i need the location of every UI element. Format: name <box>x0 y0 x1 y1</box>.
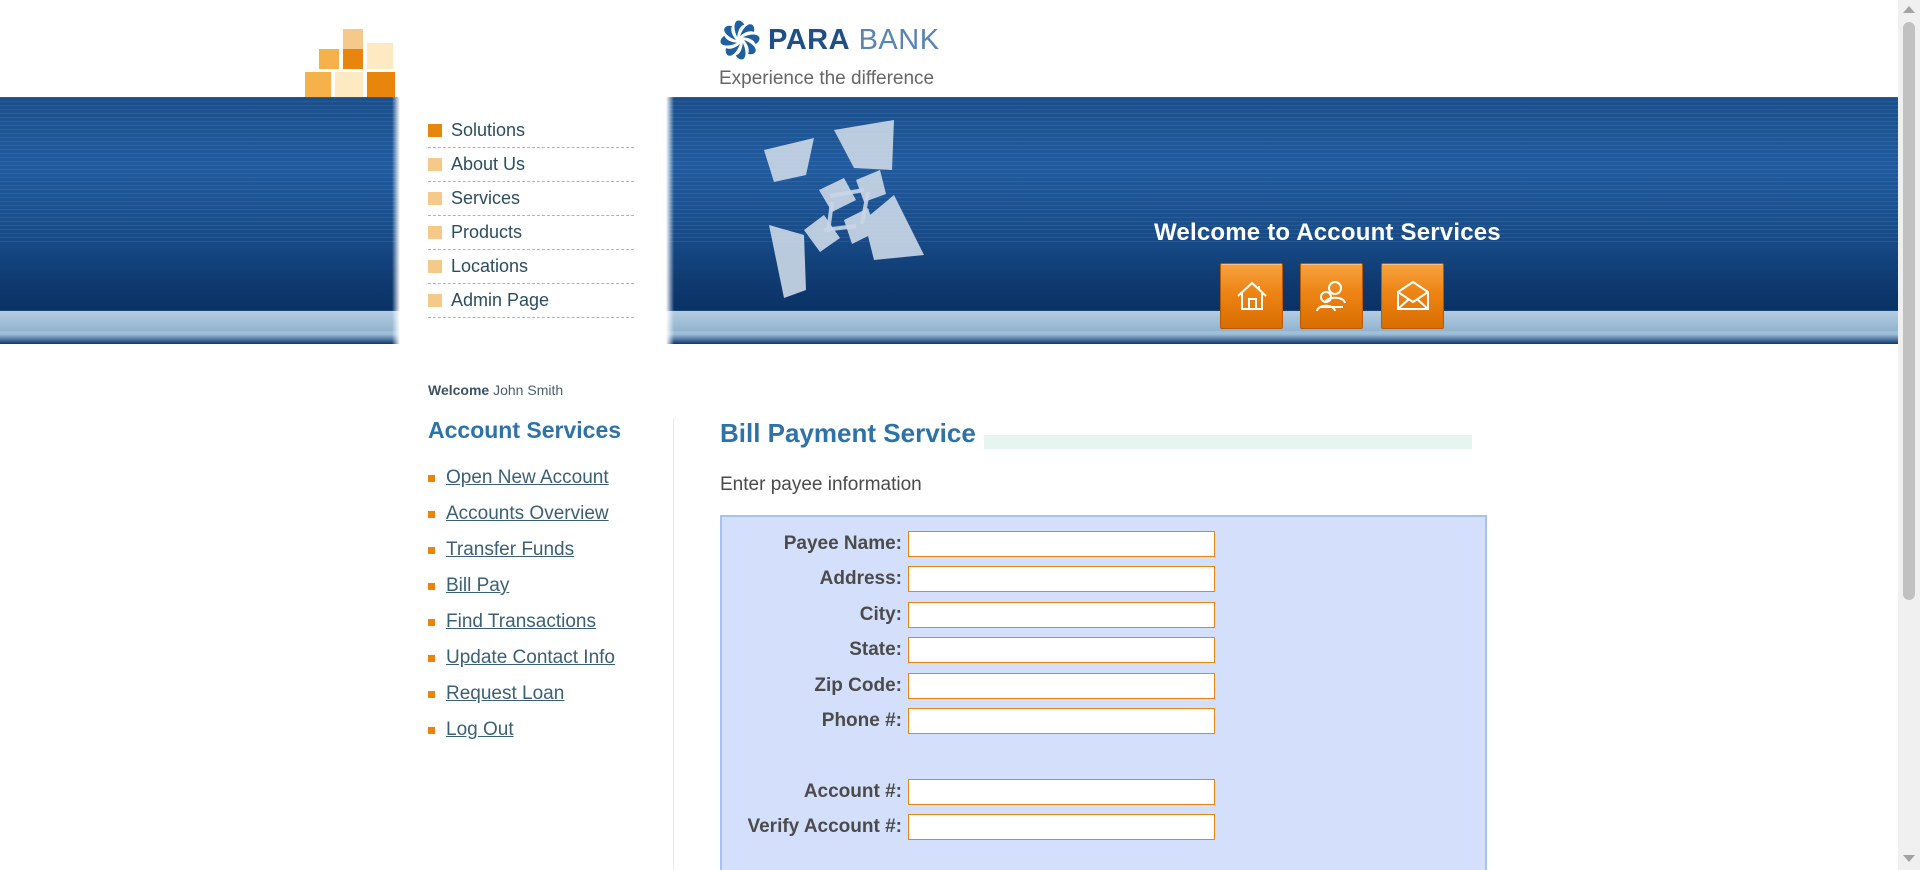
page-title: Bill Payment Service <box>720 418 984 449</box>
account-label: Account #: <box>803 781 902 802</box>
payee-name-label: Payee Name: <box>783 533 902 554</box>
account-menu-item: Accounts Overview <box>428 496 615 532</box>
header-band <box>0 97 1898 344</box>
menu-bullet-icon <box>428 226 442 239</box>
zip-code-label: Zip Code: <box>814 675 902 696</box>
open-new-account-link[interactable]: Open New Account <box>446 467 609 489</box>
account-menu-item: Request Loan <box>428 676 615 712</box>
menu-bullet-icon <box>428 294 442 307</box>
bullet-icon <box>428 618 435 626</box>
account-row: Account #: <box>722 777 1485 807</box>
main-menu-item-products[interactable]: Products <box>428 216 634 250</box>
verify-account-label: Verify Account #: <box>747 816 902 837</box>
state-label: State: <box>849 639 902 660</box>
vertical-scrollbar[interactable] <box>1898 0 1920 870</box>
contact-button[interactable] <box>1381 263 1444 329</box>
state-input[interactable] <box>908 637 1215 663</box>
brand-tagline: Experience the difference <box>719 68 935 89</box>
payee-name-row: Payee Name: <box>722 529 1485 559</box>
account-services-menu: Open New Account Accounts Overview Trans… <box>428 460 615 748</box>
main-menu-item-services[interactable]: Services <box>428 182 634 216</box>
main-menu-item-about-us[interactable]: About Us <box>428 148 634 182</box>
main-menu: Solutions About Us Services Products Loc… <box>428 114 634 318</box>
menu-bullet-icon <box>428 260 442 273</box>
address-label: Address: <box>819 568 902 589</box>
phone-label: Phone #: <box>821 710 902 731</box>
bullet-icon <box>428 546 435 554</box>
menu-bullet-icon <box>428 192 442 205</box>
menu-bullet-icon <box>428 124 442 137</box>
zip-code-input[interactable] <box>908 673 1215 699</box>
bullet-icon <box>428 690 435 698</box>
header-welcome-title: Welcome to Account Services <box>1154 219 1501 246</box>
home-icon <box>1236 281 1267 310</box>
address-row: Address: <box>722 564 1485 594</box>
welcome-user: Welcome John Smith <box>428 382 564 398</box>
account-menu-item: Bill Pay <box>428 568 615 604</box>
header-band-stripe <box>0 311 1898 331</box>
verify-account-input[interactable] <box>908 814 1215 840</box>
bill-pay-form: Payee Name: Address: City: State: Zip Co… <box>720 515 1487 870</box>
account-services-title: Account Services <box>428 417 622 443</box>
bullet-icon <box>428 582 435 590</box>
account-menu-item: Open New Account <box>428 460 615 496</box>
column-divider <box>673 418 674 870</box>
state-row: State: <box>722 635 1485 665</box>
scroll-up-arrow-icon[interactable] <box>1903 6 1915 13</box>
account-menu-item: Log Out <box>428 712 615 748</box>
bullet-icon <box>428 510 435 518</box>
envelope-icon <box>1396 280 1429 310</box>
main-menu-item-admin-page[interactable]: Admin Page <box>428 284 634 318</box>
bullet-icon <box>428 726 435 734</box>
city-input[interactable] <box>908 602 1215 628</box>
bullet-icon <box>428 654 435 662</box>
parabank-flower-icon <box>720 20 760 60</box>
log-out-link[interactable]: Log Out <box>446 719 514 741</box>
form-subtitle: Enter payee information <box>720 474 922 495</box>
verify-account-row: Verify Account #: <box>722 812 1485 842</box>
about-button[interactable] <box>1300 263 1363 329</box>
phone-row: Phone #: <box>722 706 1485 736</box>
account-input[interactable] <box>908 779 1215 805</box>
zip-code-row: Zip Code: <box>722 671 1485 701</box>
people-icon <box>1315 281 1346 312</box>
update-contact-info-link[interactable]: Update Contact Info <box>446 647 615 669</box>
page: PARA BANK Experience the difference Solu… <box>0 0 1898 870</box>
address-input[interactable] <box>908 566 1215 592</box>
main-menu-item-solutions[interactable]: Solutions <box>428 114 634 148</box>
bullet-icon <box>428 474 435 482</box>
city-row: City: <box>722 600 1485 630</box>
account-menu-item: Transfer Funds <box>428 532 615 568</box>
user-full-name: John Smith <box>493 382 564 398</box>
scroll-down-arrow-icon[interactable] <box>1903 855 1915 862</box>
scrollbar-thumb[interactable] <box>1903 22 1915 600</box>
brand-name: PARA BANK <box>768 23 940 56</box>
city-label: City: <box>859 604 902 625</box>
transfer-funds-link[interactable]: Transfer Funds <box>446 539 574 561</box>
main-menu-item-locations[interactable]: Locations <box>428 250 634 284</box>
account-menu-item: Find Transactions <box>428 604 615 640</box>
request-loan-link[interactable]: Request Loan <box>446 683 564 705</box>
accounts-overview-link[interactable]: Accounts Overview <box>446 503 609 525</box>
payee-name-input[interactable] <box>908 531 1215 557</box>
menu-bullet-icon <box>428 158 442 171</box>
brand-logo[interactable]: PARA BANK <box>718 18 940 62</box>
phone-input[interactable] <box>908 708 1215 734</box>
home-button[interactable] <box>1220 263 1283 329</box>
find-transactions-link[interactable]: Find Transactions <box>446 611 596 633</box>
bill-pay-link[interactable]: Bill Pay <box>446 575 509 597</box>
squares-logo-icon <box>305 29 395 97</box>
header-puzzle-art-icon <box>764 120 924 298</box>
account-menu-item: Update Contact Info <box>428 640 615 676</box>
